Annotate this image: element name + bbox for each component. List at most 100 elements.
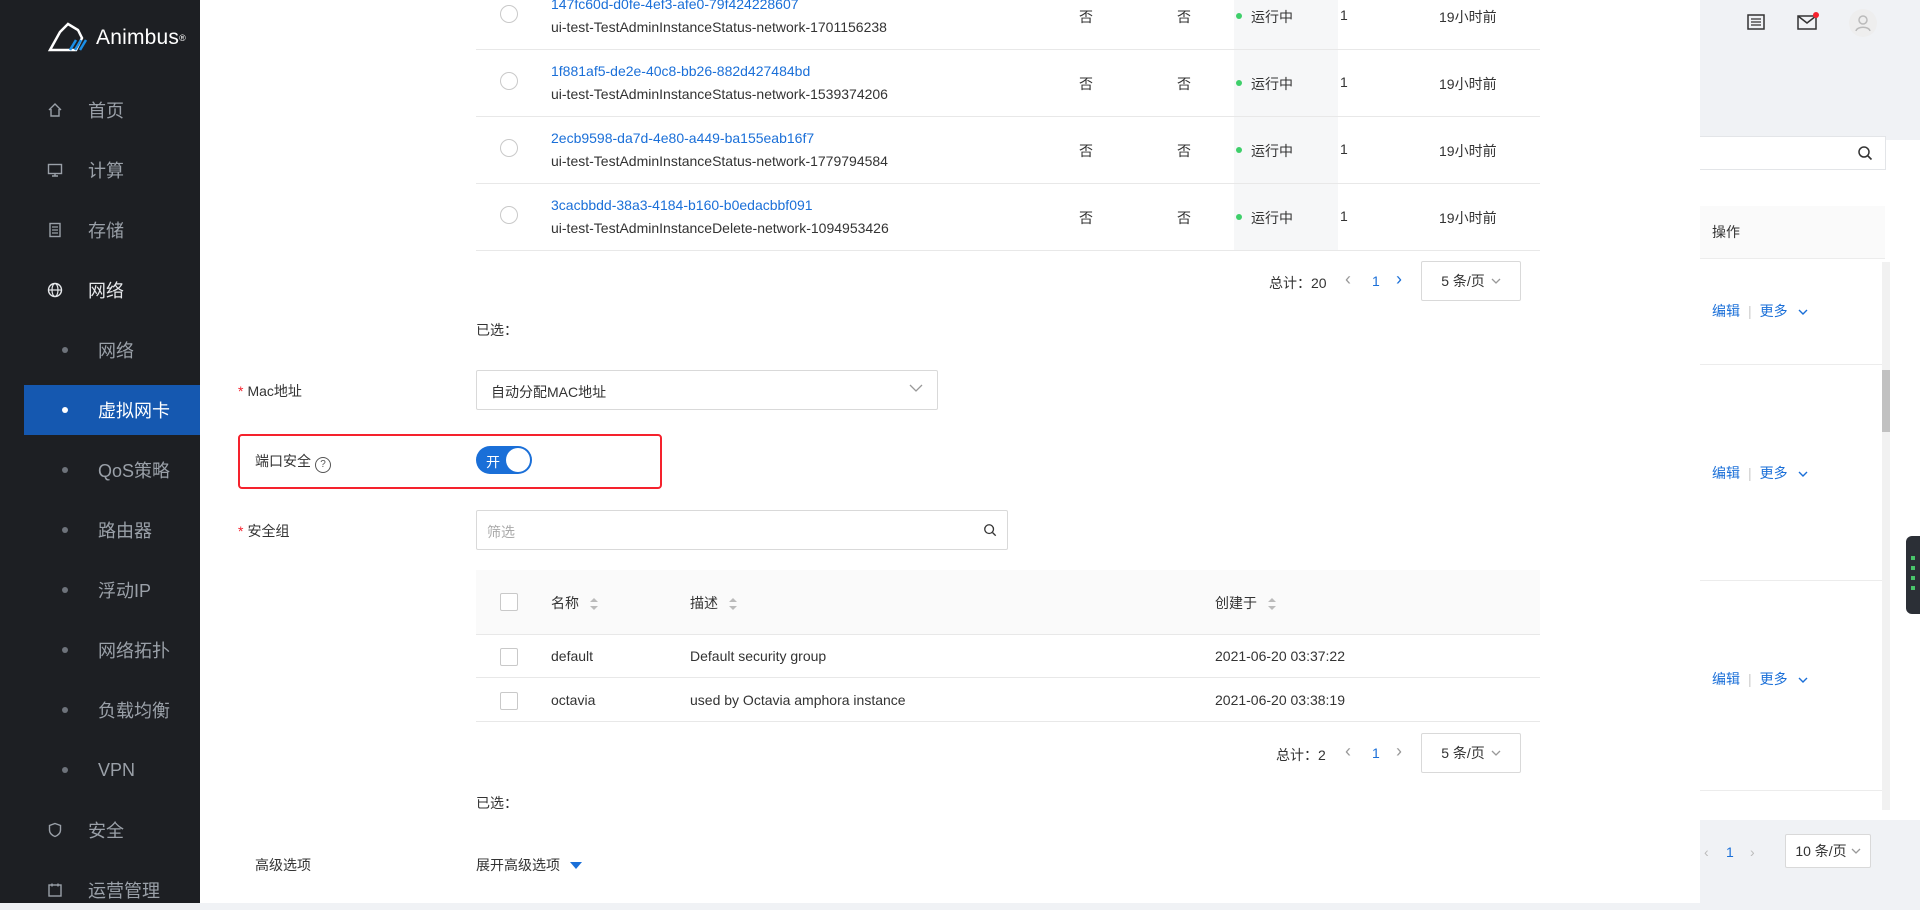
selected-label: 已选：: [476, 322, 518, 338]
sidebar-item-network[interactable]: 网络: [0, 270, 200, 310]
status-dot-icon: [1236, 13, 1242, 19]
next-page-icon[interactable]: ›: [1396, 269, 1402, 290]
list-icon[interactable]: [1746, 12, 1766, 35]
sidebar-subitem-vpn[interactable]: VPN: [24, 745, 200, 795]
background-pagination: ‹ 1 › 10 条/页: [1700, 834, 1920, 874]
sidebar-subitem-label: QoS策略: [98, 461, 171, 481]
column-header-actions: 操作: [1712, 224, 1740, 240]
row-radio[interactable]: [500, 72, 518, 90]
edit-link[interactable]: 编辑: [1712, 671, 1740, 687]
required-mark: *: [238, 383, 244, 399]
logo-icon: [47, 22, 88, 52]
row-divider: [1700, 364, 1885, 365]
external-value: 否: [1177, 76, 1191, 92]
help-icon[interactable]: ?: [315, 457, 331, 473]
created-value: 19小时前: [1439, 9, 1497, 25]
network-id-link[interactable]: 2ecb9598-da7d-4e80-a449-ba155eab16f7: [551, 130, 814, 146]
row-divider: [476, 677, 1540, 678]
sidebar-item-storage[interactable]: 存储: [0, 210, 200, 250]
sg-created: 2021-06-20 03:38:19: [1215, 692, 1345, 708]
operations-icon: [46, 881, 64, 899]
shared-value: 否: [1079, 143, 1093, 159]
page-number[interactable]: 1: [1726, 844, 1734, 860]
column-header-created[interactable]: 创建于: [1215, 593, 1277, 613]
storage-icon: [46, 221, 64, 239]
monitor-icon: [46, 161, 64, 179]
row-radio[interactable]: [500, 139, 518, 157]
network-id-link[interactable]: 147fc60d-d0fe-4ef3-afe0-79f424228607: [551, 0, 799, 12]
external-value: 否: [1177, 143, 1191, 159]
network-id-link[interactable]: 1f881af5-de2e-40c8-bb26-882d427484bd: [551, 63, 810, 79]
background-table-header: 操作: [1700, 206, 1885, 259]
row-radio[interactable]: [500, 5, 518, 23]
next-page-icon[interactable]: ›: [1396, 741, 1402, 762]
more-link[interactable]: 更多: [1760, 465, 1788, 481]
page-size-value: 5 条/页: [1441, 273, 1485, 289]
search-placeholder: 筛选: [487, 524, 515, 540]
sidebar-subitem-floating-ip[interactable]: 浮动IP: [24, 565, 200, 615]
status-text: 运行中: [1251, 143, 1293, 159]
row-divider: [1700, 580, 1885, 581]
more-link[interactable]: 更多: [1760, 303, 1788, 319]
shared-value: 否: [1079, 210, 1093, 226]
prev-page-icon[interactable]: ‹: [1345, 269, 1351, 290]
count-value: 1: [1340, 7, 1348, 23]
sidebar-item-label: 计算: [88, 161, 124, 181]
sidebar-subitem-qos[interactable]: QoS策略: [24, 445, 200, 495]
sidebar-subitem-topology[interactable]: 网络拓扑: [24, 625, 200, 675]
row-checkbox[interactable]: [500, 648, 518, 666]
sidebar-subitem-network[interactable]: 网络: [24, 325, 200, 375]
edit-link[interactable]: 编辑: [1712, 465, 1740, 481]
chevron-down-icon: [1798, 471, 1808, 477]
row-radio[interactable]: [500, 206, 518, 224]
status-text: 运行中: [1251, 9, 1293, 25]
network-id-link[interactable]: 3cacbbdd-38a3-4184-b160-b0edacbbf091: [551, 197, 813, 213]
page-number[interactable]: 1: [1372, 273, 1380, 289]
page-number[interactable]: 1: [1372, 745, 1380, 761]
column-header-description[interactable]: 描述: [690, 593, 738, 613]
mac-select[interactable]: 自动分配MAC地址: [476, 370, 938, 410]
scrollbar-track[interactable]: [1882, 262, 1890, 810]
expand-advanced-link[interactable]: 展开高级选项: [476, 855, 582, 875]
sidebar-subitem-virtual-nic[interactable]: 虚拟网卡: [24, 385, 200, 435]
count-value: 1: [1340, 74, 1348, 90]
port-security-toggle[interactable]: 开: [476, 446, 532, 474]
column-header-label: 描述: [690, 595, 718, 611]
network-name: ui-test-TestAdminInstanceDelete-network-…: [551, 220, 889, 236]
sidebar-subitem-router[interactable]: 路由器: [24, 505, 200, 555]
select-all-checkbox[interactable]: [500, 593, 518, 611]
sidebar-item-security[interactable]: 安全: [0, 810, 200, 850]
page-size-select[interactable]: 5 条/页: [1421, 733, 1521, 773]
page-size-value: 5 条/页: [1441, 745, 1485, 761]
next-page-icon[interactable]: ›: [1750, 844, 1755, 860]
edit-link[interactable]: 编辑: [1712, 303, 1740, 319]
sidebar-item-compute[interactable]: 计算: [0, 150, 200, 190]
shared-value: 否: [1079, 9, 1093, 25]
prev-page-icon[interactable]: ‹: [1345, 741, 1351, 762]
side-panel-handle[interactable]: [1906, 536, 1920, 614]
background-search-input[interactable]: [1700, 136, 1886, 170]
prev-page-icon[interactable]: ‹: [1704, 844, 1709, 860]
page-size-select[interactable]: 10 条/页: [1785, 834, 1871, 868]
page-size-select[interactable]: 5 条/页: [1421, 261, 1521, 301]
shared-value: 否: [1079, 76, 1093, 92]
avatar[interactable]: [1848, 8, 1878, 41]
logo[interactable]: Animbus ®: [46, 20, 186, 56]
security-group-search[interactable]: 筛选: [476, 510, 1008, 550]
registered-mark: ®: [179, 33, 186, 43]
column-header-name[interactable]: 名称: [551, 593, 599, 613]
row-divider: [476, 116, 1540, 117]
mail-icon[interactable]: [1796, 12, 1820, 35]
sidebar-item-home[interactable]: 首页: [0, 90, 200, 130]
sidebar-subitem-load-balancer[interactable]: 负载均衡: [24, 685, 200, 735]
sidebar-subitem-label: VPN: [98, 759, 136, 780]
row-checkbox[interactable]: [500, 692, 518, 710]
toggle-knob: [506, 448, 530, 472]
sort-icon: [728, 598, 737, 611]
search-icon[interactable]: [983, 523, 997, 537]
sidebar-item-operations[interactable]: 运营管理: [0, 870, 200, 910]
required-mark: *: [238, 523, 244, 539]
selected-label: 已选：: [476, 795, 518, 811]
scrollbar-thumb[interactable]: [1882, 370, 1890, 432]
more-link[interactable]: 更多: [1760, 671, 1788, 687]
